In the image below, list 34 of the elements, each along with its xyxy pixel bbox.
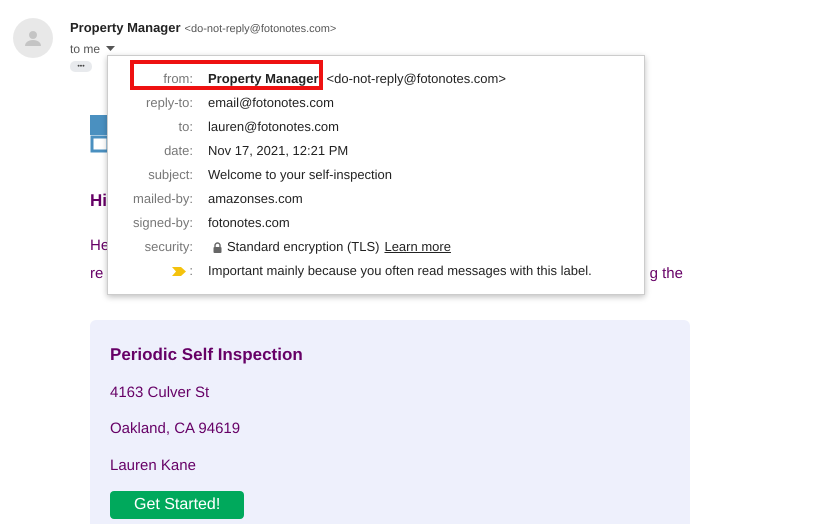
card-title: Periodic Self Inspection xyxy=(110,344,304,366)
card-text: Lauren Kane xyxy=(110,456,197,476)
importance-marker-icon xyxy=(172,266,186,276)
detail-value: amazonses.com xyxy=(208,190,303,208)
detail-label: to: xyxy=(178,118,193,136)
detail-label: reply-to: xyxy=(146,94,193,112)
detail-label: mailed-by: xyxy=(133,190,193,208)
detail-value: Welcome to your self-inspection xyxy=(208,166,392,184)
detail-label: : xyxy=(189,262,193,280)
detail-value: lauren@fotonotes.com xyxy=(208,118,339,136)
recipients: to me xyxy=(70,40,100,58)
detail-label: subject: xyxy=(148,166,193,184)
sender-name: Property Manager xyxy=(70,19,181,37)
detail-value: Important mainly because you often read messages with this label. xyxy=(208,263,592,278)
card-text: 4163 Culver St xyxy=(110,382,210,402)
sender-address: <do-not-reply@fotonotes.com> xyxy=(326,70,506,88)
person-icon xyxy=(25,30,41,46)
lock-icon xyxy=(213,242,222,252)
detail-label: date: xyxy=(164,142,193,160)
detail-label: from: xyxy=(163,70,193,88)
detail-value: Standard encryption (TLS) xyxy=(227,238,380,256)
detail-value: fotonotes.com xyxy=(208,214,290,232)
detail-label: security: xyxy=(144,238,193,256)
learn-more-link[interactable]: Learn more xyxy=(384,238,451,256)
card-text: Oakland, CA 94619 xyxy=(110,419,242,439)
body-text: re xyxy=(90,264,104,284)
detail-value: Nov 17, 2021, 12:21 PM xyxy=(208,142,348,160)
body-text: g the xyxy=(650,264,683,284)
greeting: Hi xyxy=(90,190,107,212)
sender-address: <do-not-reply@fotonotes.com> xyxy=(184,22,336,37)
detail-value: email@fotonotes.com xyxy=(208,94,334,112)
detail-label: signed-by: xyxy=(133,214,193,232)
detail-value: Property Manager xyxy=(208,70,319,88)
caret-icon[interactable] xyxy=(106,46,116,51)
